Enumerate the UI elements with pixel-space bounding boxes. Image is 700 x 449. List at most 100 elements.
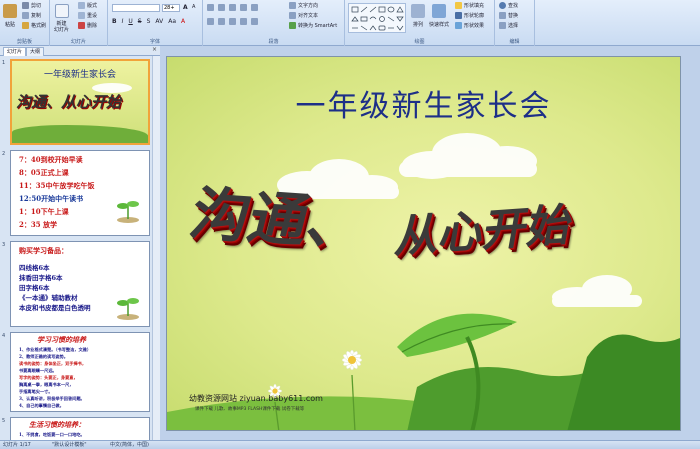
thumb1-cloud	[92, 83, 132, 93]
thumb3-line: 《一本通》辅助教材	[19, 294, 78, 302]
paste-button[interactable]: 粘贴	[3, 4, 17, 28]
slide-thumbnails-pane: 1 一年级新生家长会 沟通、从心开始 2 7：40到校开始早读 8：05正式上课…	[0, 56, 160, 440]
thumbnail-slide-3[interactable]: 购买学习备品： 四线格6本 抹香田字格6本 田字格6本 《一本通》辅助教材 本皮…	[10, 241, 150, 327]
delete-icon	[78, 22, 85, 29]
arrange-button[interactable]: 排列	[411, 4, 425, 28]
thumbnail-slide-5[interactable]: 生活习惯的培养： 1、不挑食，吃饭要一口一口地吃。	[10, 417, 150, 440]
grow-font-button[interactable]: A	[183, 4, 188, 11]
list-buttons	[207, 4, 258, 11]
wordart-part1[interactable]: 沟通、	[187, 166, 361, 262]
shapes-gallery[interactable]	[348, 3, 406, 33]
cut-button[interactable]: 剪切	[22, 2, 41, 9]
arrange-label: 排列	[412, 22, 423, 28]
new-slide-label: 新建 幻灯片	[54, 21, 70, 33]
copy-icon	[22, 12, 29, 19]
drawing-group: 排列 快速样式 形状填充 形状轮廓 形状效果 绘图	[345, 0, 495, 46]
find-button[interactable]: 查找	[499, 2, 518, 9]
thumb-number: 5	[2, 418, 6, 424]
thumbnail-slide-1[interactable]: 一年级新生家长会 沟通、从心开始	[10, 59, 150, 145]
thumb1-wordart: 沟通、从心开始	[16, 93, 122, 111]
thumb4-line: 写字的姿势：头要正，身要直，	[19, 375, 78, 380]
thumb3-heading: 购买学习备品：	[19, 246, 68, 255]
thumb-number: 3	[2, 242, 6, 248]
quick-styles-button[interactable]: 快速样式	[429, 4, 449, 28]
language-indicator[interactable]: 中文(简体，中国)	[110, 441, 149, 449]
spacing-icon[interactable]: AV	[155, 18, 163, 25]
bullets-icon[interactable]	[207, 4, 214, 11]
shadow-icon[interactable]: S	[147, 18, 151, 25]
effects-icon	[455, 22, 462, 29]
delete-label: 删除	[87, 23, 98, 29]
decrease-indent-icon[interactable]	[229, 4, 236, 11]
layout-button[interactable]: 版式	[78, 2, 97, 9]
shape-fill-button[interactable]: 形状填充	[455, 2, 484, 9]
line-spacing-icon[interactable]	[251, 4, 258, 11]
slide-title[interactable]: 一年级新生家长会	[167, 81, 680, 125]
underline-icon[interactable]: U	[128, 18, 132, 25]
align-left-icon[interactable]	[207, 18, 214, 25]
status-bar: 幻灯片 1/17 "默认设计模板" 中文(简体，中国)	[0, 440, 700, 449]
smartart-button[interactable]: 转换为 SmartArt	[289, 22, 337, 29]
new-slide-button[interactable]: 新建 幻灯片	[54, 4, 69, 33]
copy-button[interactable]: 复制	[22, 12, 41, 19]
thumb3-line: 田字格6本	[19, 284, 50, 292]
grow-font-icon: A	[183, 4, 188, 11]
reset-button[interactable]: 重设	[78, 12, 97, 19]
thumb1-title: 一年级新生家长会	[43, 70, 116, 80]
scissors-icon	[22, 2, 29, 9]
tab-outline[interactable]: 大纲	[26, 47, 45, 56]
text-direction-button[interactable]: 文字方向	[289, 2, 318, 9]
columns-icon[interactable]	[251, 18, 258, 25]
font-name-combo[interactable]	[112, 4, 160, 12]
replace-icon	[499, 12, 506, 19]
close-pane-icon[interactable]: ×	[152, 46, 157, 53]
align-right-icon[interactable]	[229, 18, 236, 25]
editing-group-label: 编辑	[509, 39, 520, 45]
brush-icon	[22, 22, 29, 29]
thumb3-line: 本皮和书皮都是白色透明	[19, 304, 91, 312]
numbering-icon[interactable]	[218, 4, 225, 11]
thumb2-line: 11：35中午放学吃午饭	[19, 181, 95, 190]
font-color-icon[interactable]: A	[181, 18, 185, 25]
format-painter-button[interactable]: 格式刷	[22, 22, 46, 29]
case-icon[interactable]: Aa	[168, 18, 176, 25]
wordart-part2[interactable]: 从心开始	[390, 189, 570, 265]
new-slide-icon	[54, 4, 69, 18]
clipboard-group: 粘贴 剪切 复制 格式刷 剪贴板	[0, 0, 50, 46]
tab-slides[interactable]: 幻灯片	[3, 47, 27, 56]
thumb2-line: 2：35 放学	[19, 220, 58, 229]
format-painter-label: 格式刷	[31, 23, 47, 29]
shape-outline-button[interactable]: 形状轮廓	[455, 12, 484, 19]
thumb3-line: 四线格6本	[19, 264, 50, 272]
tab-outline-label: 大纲	[30, 49, 41, 55]
strikethrough-icon[interactable]: S	[138, 18, 142, 25]
shrink-font-button[interactable]: A	[192, 4, 195, 10]
align-text-button[interactable]: 对齐文本	[289, 12, 318, 19]
increase-indent-icon[interactable]	[240, 4, 247, 11]
select-icon	[499, 22, 506, 29]
replace-button[interactable]: 替换	[499, 12, 518, 19]
thumb4-line: 1、作业格式清楚。（书写整洁，文雅）	[19, 347, 92, 352]
thumbnail-slide-4[interactable]: 学习习惯的培养 1、作业格式清楚。（书写整洁，文雅） 2、教师正确的读写姿势。 …	[10, 332, 150, 412]
thumbnail-slide-2[interactable]: 7：40到校开始早读 8：05正式上课 11：35中午放学吃午饭 12:50开始…	[10, 150, 150, 236]
font-format-row: B I U S S AV Aa A	[112, 18, 185, 25]
replace-label: 替换	[508, 13, 519, 19]
justify-icon[interactable]	[240, 18, 247, 25]
thumbnail-scrollbar[interactable]	[152, 56, 160, 440]
layout-label: 版式	[87, 3, 98, 9]
align-center-icon[interactable]	[218, 18, 225, 25]
delete-button[interactable]: 删除	[78, 22, 97, 29]
paste-label: 粘贴	[4, 22, 15, 28]
italic-icon[interactable]: I	[122, 18, 124, 25]
quick-styles-label: 快速样式	[429, 22, 450, 28]
smartart-icon	[289, 22, 296, 29]
text-direction-label: 文字方向	[298, 3, 319, 9]
select-button[interactable]: 选择	[499, 22, 518, 29]
font-size-combo[interactable]: 28+	[162, 4, 180, 12]
shape-effects-button[interactable]: 形状效果	[455, 22, 484, 29]
thumb1-grass	[12, 125, 148, 143]
thumb4-line: 胸离桌一拳，眼离书本一尺，	[19, 382, 74, 387]
quick-styles-icon	[432, 4, 446, 18]
bold-icon[interactable]: B	[112, 18, 117, 25]
current-slide[interactable]: 一年级新生家长会 沟通、 从心开始 幼教资源网站 ziyuan.baby611.…	[166, 56, 681, 431]
